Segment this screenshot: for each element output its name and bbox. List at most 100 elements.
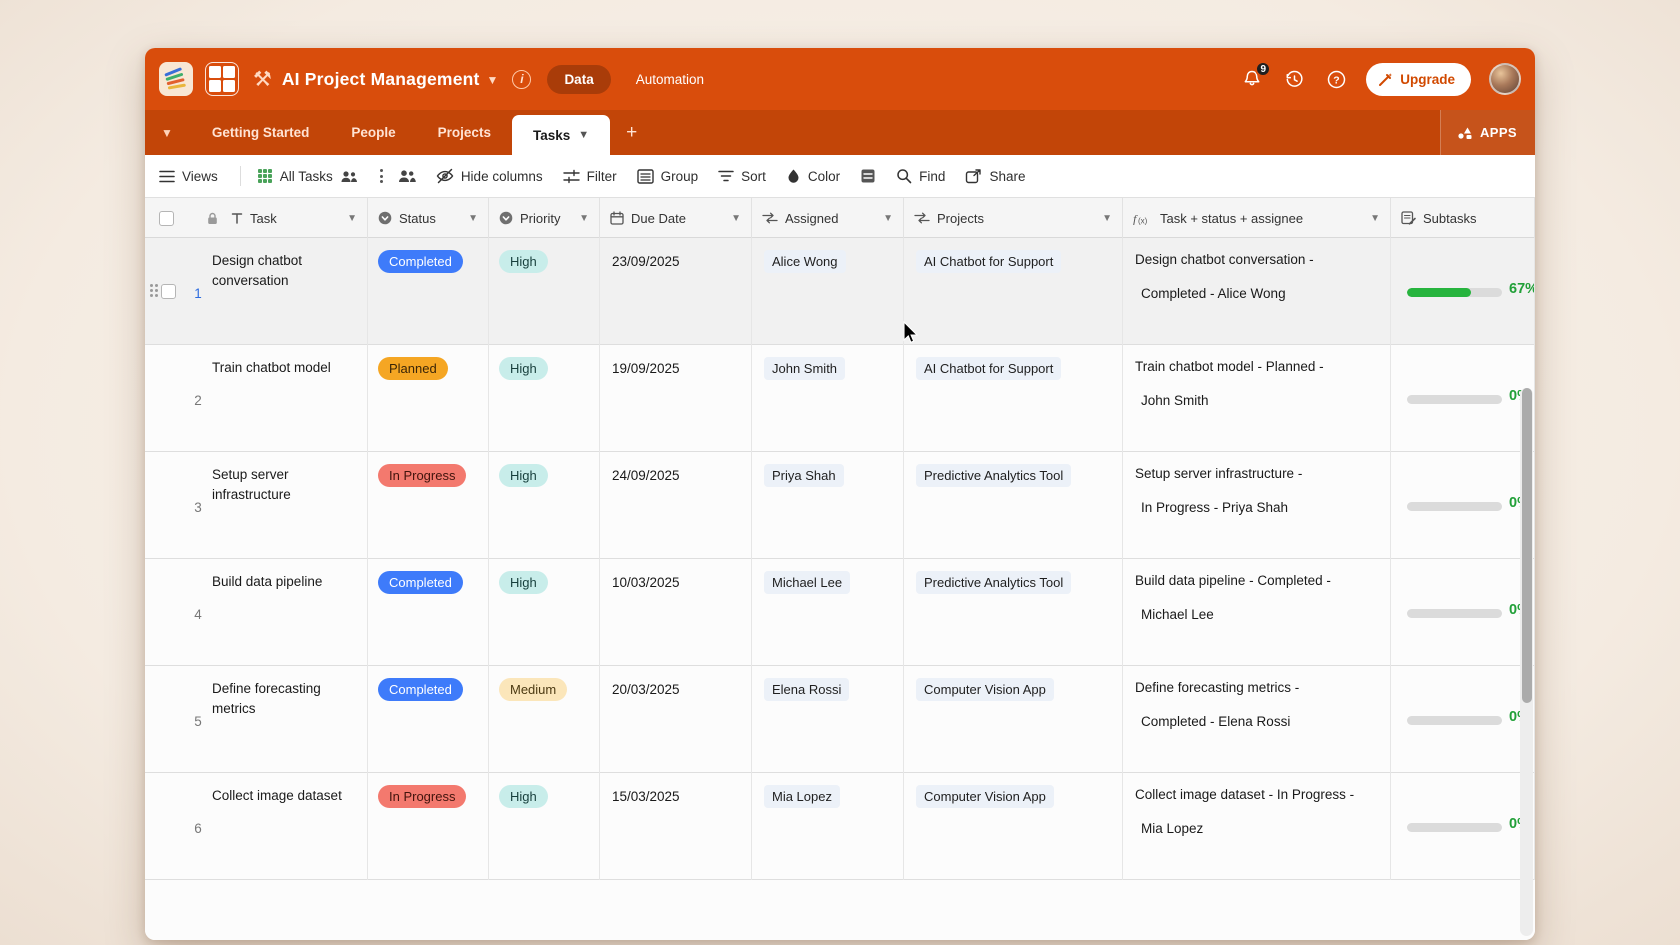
add-table-button[interactable]: + xyxy=(610,110,653,155)
assignee-chip[interactable]: Alice Wong xyxy=(764,250,846,273)
table-row[interactable]: 1Design chatbot conversationCompletedHig… xyxy=(145,238,1535,345)
projects-cell[interactable]: AI Chatbot for Support xyxy=(904,345,1123,452)
help-button[interactable]: ? xyxy=(1324,67,1348,91)
status-badge[interactable]: Planned xyxy=(378,357,448,380)
table-row[interactable]: 4Build data pipelineCompletedHigh10/03/2… xyxy=(145,559,1535,666)
task-cell[interactable]: 2Train chatbot model xyxy=(145,345,368,452)
status-cell[interactable]: In Progress xyxy=(368,773,489,880)
subtasks-cell[interactable]: 0% xyxy=(1391,666,1535,773)
formula-cell[interactable]: Collect image dataset - In Progress -Mia… xyxy=(1123,773,1391,880)
project-chip[interactable]: Predictive Analytics Tool xyxy=(916,464,1071,487)
priority-cell[interactable]: High xyxy=(489,238,600,345)
app-grid-icon[interactable] xyxy=(205,62,239,96)
tab-tasks[interactable]: Tasks▼ xyxy=(512,115,610,155)
table-row[interactable]: 6Collect image datasetIn Progress High 15/… xyxy=(145,773,1535,880)
hide-columns-button[interactable]: Hide columns xyxy=(436,168,543,184)
subtasks-cell[interactable]: 67% xyxy=(1391,238,1535,345)
column-header-formula[interactable]: f(x)Task + status + assignee▼ xyxy=(1123,198,1391,238)
column-header-rowhead[interactable]: Task▼ xyxy=(145,198,368,238)
assignee-chip[interactable]: John Smith xyxy=(764,357,845,380)
due-date-cell[interactable]: 20/03/2025 xyxy=(600,666,752,773)
subtasks-cell[interactable]: 0% xyxy=(1391,559,1535,666)
assignee-chip[interactable]: Mia Lopez xyxy=(764,785,840,808)
status-badge[interactable]: Completed xyxy=(378,678,463,701)
priority-badge[interactable]: High xyxy=(499,464,548,487)
due-date-cell[interactable]: 15/03/2025 xyxy=(600,773,752,880)
tabs-chevron-down-icon[interactable]: ▼ xyxy=(161,126,173,140)
column-chevron-down-icon[interactable]: ▼ xyxy=(731,213,741,224)
column-chevron-down-icon[interactable]: ▼ xyxy=(579,213,589,224)
formula-cell[interactable]: Define forecasting metrics -Completed - … xyxy=(1123,666,1391,773)
column-header-status[interactable]: Status▼ xyxy=(368,198,489,238)
project-chip[interactable]: AI Chatbot for Support xyxy=(916,250,1061,273)
current-view-button[interactable]: All Tasks xyxy=(257,168,358,184)
column-header-projects[interactable]: Projects▼ xyxy=(904,198,1123,238)
priority-cell[interactable]: High xyxy=(489,452,600,559)
select-all-checkbox[interactable] xyxy=(159,211,174,226)
priority-cell[interactable]: Medium xyxy=(489,666,600,773)
column-chevron-down-icon[interactable]: ▼ xyxy=(468,213,478,224)
priority-cell[interactable]: High xyxy=(489,773,600,880)
history-button[interactable] xyxy=(1282,67,1306,91)
assigned-cell[interactable]: Priya Shah xyxy=(752,452,904,559)
due-date-cell[interactable]: 24/09/2025 xyxy=(600,452,752,559)
formula-cell[interactable]: Train chatbot model - Planned -John Smit… xyxy=(1123,345,1391,452)
status-cell[interactable]: Completed xyxy=(368,238,489,345)
assignee-chip[interactable]: Priya Shah xyxy=(764,464,844,487)
assigned-cell[interactable]: Mia Lopez xyxy=(752,773,904,880)
column-header-due-date[interactable]: Due Date▼ xyxy=(600,198,752,238)
table-row[interactable]: 5Define forecasting metrics Completed Medi… xyxy=(145,666,1535,773)
status-cell[interactable]: Completed xyxy=(368,559,489,666)
status-badge[interactable]: Completed xyxy=(378,250,463,273)
table-row[interactable]: 3Setup server infrastructure In Progress H… xyxy=(145,452,1535,559)
projects-cell[interactable]: Predictive Analytics Tool xyxy=(904,452,1123,559)
assigned-cell[interactable]: Michael Lee xyxy=(752,559,904,666)
views-button[interactable]: Views xyxy=(159,169,218,184)
tab-projects[interactable]: Projects xyxy=(417,110,512,155)
nav-tab-automation[interactable]: Automation xyxy=(619,65,721,94)
info-icon[interactable]: i xyxy=(512,70,531,89)
nav-tab-data[interactable]: Data xyxy=(547,65,610,94)
projects-cell[interactable]: Computer Vision App xyxy=(904,773,1123,880)
priority-cell[interactable]: High xyxy=(489,345,600,452)
projects-cell[interactable]: AI Chatbot for Support xyxy=(904,238,1123,345)
priority-badge[interactable]: Medium xyxy=(499,678,567,701)
priority-badge[interactable]: High xyxy=(499,357,548,380)
subtasks-cell[interactable]: 0% xyxy=(1391,452,1535,559)
due-date-cell[interactable]: 19/09/2025 xyxy=(600,345,752,452)
view-options-kebab-icon[interactable] xyxy=(380,169,383,183)
projects-cell[interactable]: Predictive Analytics Tool xyxy=(904,559,1123,666)
priority-cell[interactable]: High xyxy=(489,559,600,666)
projects-cell[interactable]: Computer Vision App xyxy=(904,666,1123,773)
notifications-button[interactable]: 9 xyxy=(1240,67,1264,91)
apps-panel-button[interactable]: APPS xyxy=(1440,110,1535,155)
view-collaborators-button[interactable] xyxy=(397,169,416,183)
filter-button[interactable]: Filter xyxy=(563,169,617,184)
tab-people[interactable]: People xyxy=(330,110,416,155)
assigned-cell[interactable]: John Smith xyxy=(752,345,904,452)
find-button[interactable]: Find xyxy=(896,168,945,184)
tab-getting-started[interactable]: Getting Started xyxy=(191,110,331,155)
formula-cell[interactable]: Setup server infrastructure -In Progress… xyxy=(1123,452,1391,559)
sort-button[interactable]: Sort xyxy=(718,169,766,184)
vertical-scrollbar-thumb[interactable] xyxy=(1522,388,1532,703)
task-cell[interactable]: 5Define forecasting metrics xyxy=(145,666,368,773)
upgrade-button[interactable]: Upgrade xyxy=(1366,63,1471,96)
column-chevron-down-icon[interactable]: ▼ xyxy=(883,213,893,224)
status-cell[interactable]: Completed xyxy=(368,666,489,773)
priority-badge[interactable]: High xyxy=(499,785,548,808)
vertical-scrollbar[interactable] xyxy=(1520,388,1533,936)
due-date-cell[interactable]: 23/09/2025 xyxy=(600,238,752,345)
column-header-subtasks[interactable]: Subtasks xyxy=(1391,198,1535,238)
task-cell[interactable]: 3Setup server infrastructure xyxy=(145,452,368,559)
column-chevron-down-icon[interactable]: ▼ xyxy=(347,213,357,224)
table-row[interactable]: 2Train chatbot model Planned High 19/09/202… xyxy=(145,345,1535,452)
formula-cell[interactable]: Build data pipeline - Completed -Michael… xyxy=(1123,559,1391,666)
subtasks-cell[interactable]: 0% xyxy=(1391,345,1535,452)
task-cell[interactable]: 6Collect image dataset xyxy=(145,773,368,880)
status-badge[interactable]: In Progress xyxy=(378,464,466,487)
avatar[interactable] xyxy=(1489,63,1521,95)
status-cell[interactable]: Planned xyxy=(368,345,489,452)
title-chevron-down-icon[interactable]: ▼ xyxy=(487,73,499,87)
row-checkbox[interactable] xyxy=(161,284,176,299)
